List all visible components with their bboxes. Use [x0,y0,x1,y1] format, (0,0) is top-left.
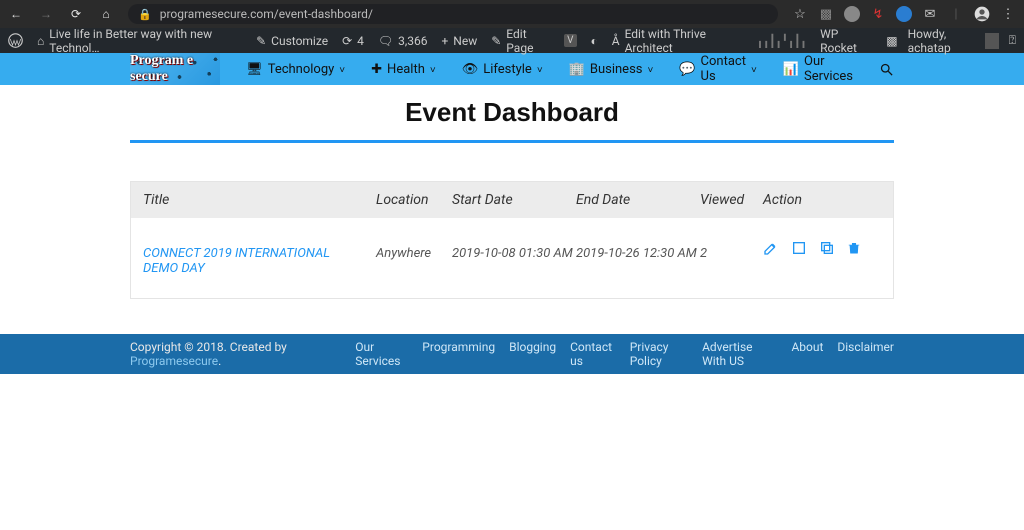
skyline-icon[interactable]: ╻╻┃╻╹╻┃╻ [756,34,806,48]
forward-icon[interactable]: → [38,7,54,21]
thrive-icon: Å [612,34,620,48]
new-link[interactable]: + New [441,34,477,48]
table-row: CONNECT 2019 INTERNATIONAL DEMO DAY Anyw… [131,218,893,298]
event-title-cell: CONNECT 2019 INTERNATIONAL DEMO DAY [143,246,376,276]
home-icon[interactable]: ⌂ [98,7,114,21]
event-title-link[interactable]: CONNECT 2019 INTERNATIONAL DEMO DAY [143,246,330,276]
lock-icon: 🔒 [138,8,152,21]
edit-icon[interactable] [763,240,779,256]
title-underline [130,140,894,143]
wp-logo-icon[interactable] [8,33,23,48]
events-table: Title Location Start Date End Date Viewe… [130,181,894,299]
event-location-cell: Anywhere [376,246,452,261]
copy-icon[interactable] [819,240,835,256]
nav-our-services[interactable]: 📊 Our Services [783,54,853,84]
address-bar[interactable]: 🔒 programesecure.com/event-dashboard/ [128,4,778,24]
footer-link-programming[interactable]: Programming [422,340,495,368]
ext-icon-2[interactable] [844,6,860,22]
pencil-icon: ✎ [491,34,501,48]
mail-icon[interactable]: ✉ [922,6,938,22]
wp-admin-bar: ⌂ Live life in Better way with new Techn… [0,28,1024,53]
plus-icon: + [441,34,448,48]
building-icon: 🏢 [569,62,585,77]
col-title: Title [143,192,376,208]
nav-lifestyle[interactable]: 👁 Lifestyle [462,62,543,77]
event-end-cell: 2019-10-26 12:30 AM [576,246,700,261]
comment-icon: 🗨 [378,34,393,48]
site-logo[interactable]: Program e secure [130,53,220,85]
col-start: Start Date [452,192,576,208]
vg-icon[interactable]: V [564,34,576,47]
ext-icon-4[interactable] [896,6,912,22]
eye-icon: 👁 [462,62,479,77]
col-location: Location [376,192,452,208]
view-icon[interactable] [791,240,807,256]
footer-links: Our Services Programming Blogging Contac… [355,340,894,368]
updates-icon: ⟳ [342,34,352,48]
footer-link-about[interactable]: About [791,340,823,368]
sep-icon: | [948,6,964,22]
star-icon[interactable]: ☆ [792,6,808,22]
event-start-cell: 2019-10-08 01:30 AM [452,246,576,261]
profile-icon[interactable] [974,6,990,22]
site-footer: Copyright © 2018. Created by Programesec… [0,334,1024,374]
url-text: programesecure.com/event-dashboard/ [160,7,373,21]
edit-page-link[interactable]: ✎ Edit Page [491,27,550,55]
footer-copyright: Copyright © 2018. Created by Programesec… [130,340,355,368]
reload-icon[interactable]: ⟳ [68,7,84,21]
search-icon[interactable] [879,62,894,77]
plus-medical-icon: ✚ [371,62,382,77]
chat-icon: 💬 [679,62,695,77]
wp-aux-icon[interactable]: ⍰ [1009,33,1016,48]
footer-link-disclaimer[interactable]: Disclaimer [837,340,894,368]
col-action: Action [763,192,903,208]
col-end: End Date [576,192,700,208]
footer-link-our-services[interactable]: Our Services [355,340,408,368]
delete-icon[interactable] [847,240,861,256]
table-header-row: Title Location Start Date End Date Viewe… [131,182,893,218]
site-nav: Program e secure 🖥 Technology ✚ Health 👁… [0,53,1024,85]
event-viewed-cell: 2 [700,246,763,261]
footer-link-advertise[interactable]: Advertise With US [702,340,777,368]
event-actions-cell [763,240,903,256]
howdy-link[interactable]: Howdy, achatap [908,27,999,55]
nav-contact-us[interactable]: 💬 Contact Us [679,54,756,84]
footer-link-blogging[interactable]: Blogging [509,340,556,368]
ext-icon-1[interactable]: ▩ [818,6,834,22]
thrive-link[interactable]: Å Edit with Thrive Architect [612,27,743,55]
main-content: Event Dashboard Title Location Start Dat… [0,85,1024,319]
ext-icon-3[interactable]: ↯ [870,6,886,22]
footer-link-contact-us[interactable]: Contact us [570,340,616,368]
notif-icon[interactable]: ▩ [886,34,897,48]
menu-icon[interactable]: ⋮ [1000,6,1016,22]
nav-health[interactable]: ✚ Health [371,62,436,77]
nav-technology[interactable]: 🖥 Technology [246,62,345,77]
nav-business[interactable]: 🏢 Business [569,62,654,77]
wp-rocket-link[interactable]: WP Rocket [820,27,872,55]
brush-icon: ✎ [256,34,266,48]
comments-link[interactable]: 🗨 3,366 [378,34,428,48]
back-icon[interactable]: ← [8,7,24,21]
col-viewed: Viewed [700,192,763,208]
footer-brand-link[interactable]: Programesecure [130,354,218,368]
home-small-icon: ⌂ [37,34,44,48]
desktop-icon: 🖥 [246,62,263,77]
dot-1-icon[interactable]: ◐ [591,34,598,48]
footer-link-privacy-policy[interactable]: Privacy Policy [630,340,688,368]
page-title: Event Dashboard [130,97,894,128]
customize-link[interactable]: ✎ Customize [256,34,328,48]
browser-chrome: ← → ⟳ ⌂ 🔒 programesecure.com/event-dashb… [0,0,1024,28]
site-name-link[interactable]: ⌂ Live life in Better way with new Techn… [37,27,242,55]
updates-link[interactable]: ⟳ 4 [342,34,364,48]
avatar-icon [985,33,999,49]
chart-icon: 📊 [783,62,799,77]
